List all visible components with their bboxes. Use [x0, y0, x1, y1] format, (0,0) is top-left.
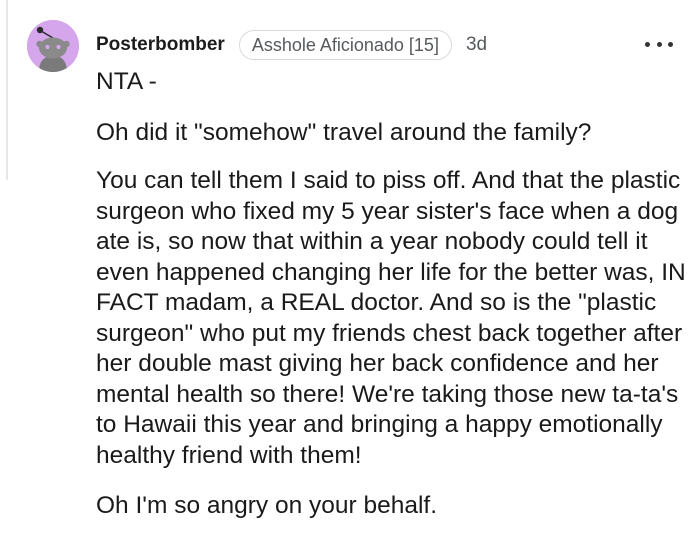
- snoo-avatar-icon: [27, 20, 79, 72]
- avatar[interactable]: [27, 20, 79, 72]
- comment-body: NTA - Oh did it "somehow" travel around …: [96, 67, 686, 522]
- user-flair: Asshole Aficionado [15]: [238, 30, 452, 60]
- comment-paragraph: You can tell them I said to piss off. An…: [96, 167, 686, 469]
- comment-header: Posterbomber Asshole Aficionado [15] 3d: [96, 30, 487, 60]
- comment-paragraph: Oh did it "somehow" travel around the fa…: [96, 118, 592, 146]
- more-options-icon: [668, 41, 673, 47]
- more-options-icon: [645, 41, 650, 47]
- username[interactable]: Posterbomber: [96, 34, 225, 56]
- more-options-button[interactable]: [645, 34, 673, 54]
- comment-age: 3d: [465, 34, 488, 55]
- more-options-icon: [656, 41, 662, 47]
- comment-paragraph: Oh I'm so angry on your behalf.: [96, 492, 438, 519]
- thread-line: [6, 0, 8, 180]
- comment-paragraph: NTA -: [96, 68, 157, 95]
